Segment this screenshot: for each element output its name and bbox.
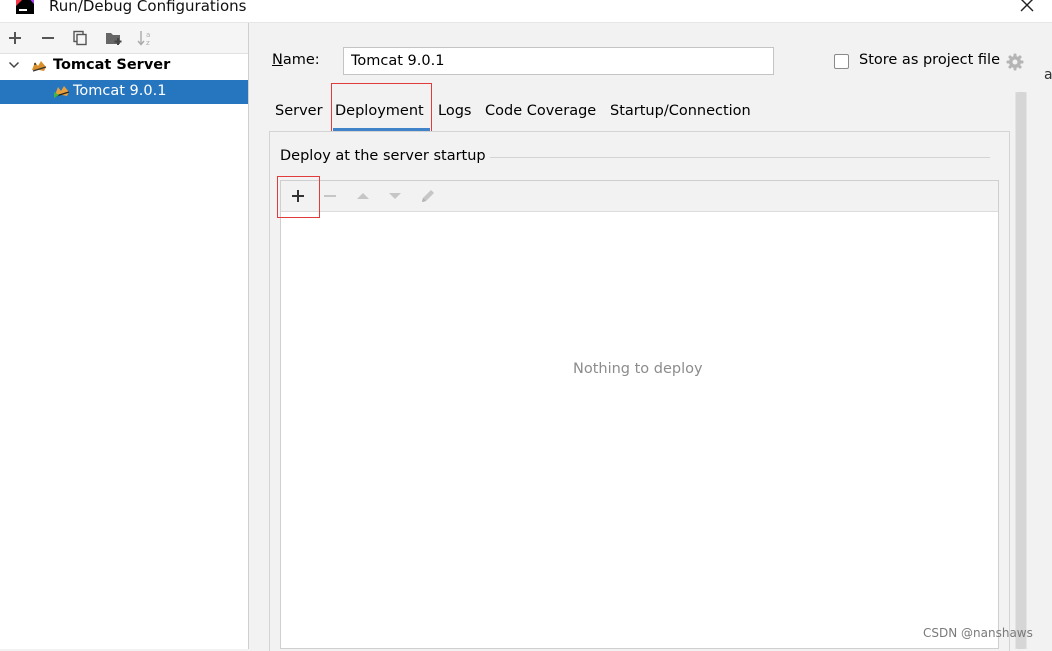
title-bar: Run/Debug Configurations xyxy=(0,0,1052,23)
section-divider xyxy=(490,157,990,158)
tomcat-icon xyxy=(32,61,47,72)
tomcat-run-icon xyxy=(54,86,70,98)
tree-node-tomcat-9-0-1[interactable]: Tomcat 9.0.1 xyxy=(0,80,248,104)
section-title: Deploy at the server startup xyxy=(280,148,486,164)
move-up-icon xyxy=(357,193,369,199)
edit-artifact-button[interactable] xyxy=(416,184,440,208)
new-folder-icon xyxy=(106,33,122,45)
annotation-highlight-box xyxy=(277,176,320,218)
sort-icon: a z xyxy=(137,31,150,47)
intellij-logo-icon xyxy=(14,0,36,16)
name-field[interactable] xyxy=(343,47,774,75)
tree-toolbar: a z xyxy=(0,23,248,54)
remove-icon xyxy=(42,37,54,39)
clipped-text-fragment: a xyxy=(1044,67,1052,83)
chevron-down-icon[interactable] xyxy=(8,59,20,71)
watermark: CSDN @nanshaws xyxy=(923,626,1033,640)
edit-icon xyxy=(422,190,434,202)
tree-node-label: Tomcat 9.0.1 xyxy=(73,83,167,99)
gear-icon[interactable] xyxy=(1006,53,1024,71)
window-title: Run/Debug Configurations xyxy=(49,0,247,15)
configurations-tree-panel: a z Tomcat Server Tomcat 9.0.1 xyxy=(0,23,249,649)
copy-configuration-button[interactable] xyxy=(68,26,92,50)
name-label: Name: xyxy=(272,52,320,68)
tree-node-tomcat-server[interactable]: Tomcat Server xyxy=(0,55,248,77)
tab-code-coverage[interactable]: Code Coverage xyxy=(485,100,596,124)
empty-state-text: Nothing to deploy xyxy=(573,361,703,377)
deployment-toolbar xyxy=(281,181,998,212)
copy-icon xyxy=(73,30,87,46)
move-down-button[interactable] xyxy=(383,184,407,208)
tree-node-label: Tomcat Server xyxy=(53,57,171,73)
add-icon xyxy=(9,32,21,44)
svg-text:z: z xyxy=(146,39,150,47)
store-as-project-file-checkbox[interactable] xyxy=(834,54,849,69)
remove-configuration-button[interactable] xyxy=(36,26,60,50)
remove-icon xyxy=(324,195,336,197)
close-icon[interactable] xyxy=(1016,0,1038,16)
name-label-text: ame: xyxy=(282,52,320,68)
annotation-highlight-box xyxy=(331,83,432,132)
move-down-icon xyxy=(389,193,401,199)
tab-server[interactable]: Server xyxy=(275,100,323,124)
sort-button[interactable]: a z xyxy=(133,26,157,50)
svg-text:a: a xyxy=(146,31,150,39)
move-up-button[interactable] xyxy=(351,184,375,208)
deployment-list[interactable] xyxy=(280,180,999,649)
store-as-project-file-label[interactable]: Store as project file xyxy=(859,52,1000,68)
remove-artifact-button[interactable] xyxy=(318,184,342,208)
tab-logs[interactable]: Logs xyxy=(438,100,471,124)
add-configuration-button[interactable] xyxy=(3,26,27,50)
tab-startup-connection[interactable]: Startup/Connection xyxy=(610,100,751,124)
new-folder-button[interactable] xyxy=(102,26,126,50)
name-label-mnemonic: N xyxy=(272,52,283,68)
scrollbar-thumb[interactable] xyxy=(1016,92,1026,649)
